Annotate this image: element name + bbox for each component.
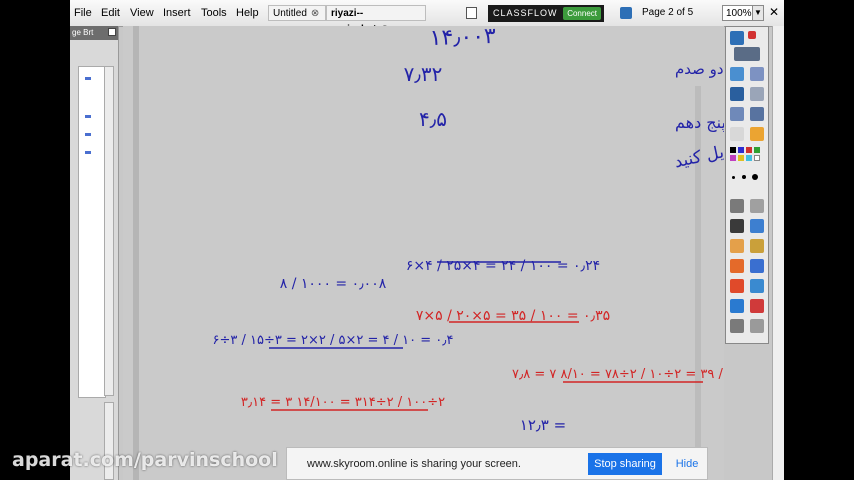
panel-close-icon[interactable] — [108, 28, 116, 36]
thumbnail-marker — [85, 115, 91, 118]
camera-icon[interactable] — [750, 67, 764, 81]
highlighter-icon[interactable] — [750, 219, 764, 233]
menu-file[interactable]: File — [74, 7, 92, 19]
notes-icon[interactable] — [466, 7, 477, 19]
tools-icon[interactable] — [750, 87, 764, 101]
menu-insert[interactable]: Insert — [163, 7, 191, 19]
spotlight-icon[interactable] — [730, 107, 744, 121]
send-icon[interactable] — [734, 47, 760, 61]
whiteboard-canvas[interactable]: ۱۴٫۰۰۳ ۷٫۳۲ ۴٫۵ هفت ممیز سی و دو صدم چها… — [123, 26, 724, 480]
board-line-7: ۶×۴ / ۲۵×۴ = ۲۴ / ۱۰۰ = ۰٫۲۴ — [406, 258, 600, 274]
thumbnail-marker — [85, 77, 91, 80]
sharing-message: www.skyroom.online is sharing your scree… — [307, 458, 521, 470]
screen-capture-icon[interactable] — [730, 67, 744, 81]
board-line-12: ۳٫۱۴ = ۳ ۱۴/۱۰۰ = ۳۱۴÷۲ / ۱۰۰÷۲ — [241, 395, 445, 410]
stop-sharing-button[interactable]: Stop sharing — [588, 453, 662, 475]
tools-panel — [725, 26, 769, 344]
menu-view[interactable]: View — [130, 7, 154, 19]
hide-button[interactable]: Hide — [670, 453, 704, 475]
reveal-icon[interactable] — [750, 107, 764, 121]
select-arrow-icon[interactable] — [730, 199, 744, 213]
calculator-icon[interactable] — [750, 127, 764, 141]
tab-close-icon[interactable]: ⊗ — [311, 8, 319, 19]
fill-icon[interactable] — [750, 239, 764, 253]
clear-icon[interactable] — [730, 299, 744, 313]
board-line-2: ۷٫۳۲ — [404, 62, 443, 86]
tab-riyazi-zaviyeha[interactable]: riyazi--zaviyeha*⊗ — [326, 5, 426, 35]
board-line-11: ۷٫۸ = ۷ ۸/۱۰ = ۷۸÷۲ / ۱۰÷۲ = ۳۹ / ۵ — [512, 367, 724, 382]
board-line-8: ۸ / ۱۰۰۰ = ۰٫۰۰۸ — [280, 276, 387, 292]
board-line-4: هفت ممیز سی و دو صدم — [675, 60, 724, 78]
text-icon[interactable] — [730, 279, 744, 293]
thumbnail-marker — [85, 133, 91, 136]
board-line-3: ۴٫۵ — [419, 107, 447, 131]
board-line-5: چهار و پنج دهم — [675, 113, 724, 133]
tab-untitled[interactable]: Untitled ⊗ — [268, 5, 326, 21]
pen-icon[interactable] — [730, 219, 744, 233]
connect-button[interactable]: Connect — [563, 7, 601, 20]
redo-icon[interactable] — [750, 319, 764, 333]
flipchart-icon[interactable] — [620, 7, 632, 19]
menu-help[interactable]: Help — [236, 7, 259, 19]
board-drawing: ۱۴٫۰۰۳ ۷٫۳۲ ۴٫۵ هفت ممیز سی و دو صدم چها… — [123, 26, 724, 480]
board-line-10: ۶÷۳ / ۱۵÷۳ = ۲×۲ / ۵×۲ = ۴ / ۱۰ = ۰٫۴ — [213, 333, 454, 348]
toolbox-home-icon[interactable] — [730, 31, 744, 45]
classflow-bar: CLASSFLOW Connect — [488, 5, 604, 22]
chevron-down-icon[interactable]: ▼ — [752, 5, 764, 21]
classflow-brand: CLASSFLOW — [493, 8, 558, 18]
page-browser-panel: ge Brt — [70, 26, 119, 480]
shape-icon[interactable] — [730, 259, 744, 273]
color-palette[interactable] — [730, 147, 766, 167]
magic-ink-icon[interactable] — [750, 279, 764, 293]
delete-icon[interactable] — [750, 299, 764, 313]
page-thumbnails[interactable] — [78, 66, 106, 398]
page-indicator: Page 2 of 5 — [642, 7, 694, 18]
screen-sharing-bar: www.skyroom.online is sharing your scree… — [286, 447, 708, 480]
board-line-1: ۱۴٫۰۰۳ — [429, 26, 496, 51]
whiteboard-app-window: File Edit View Insert Tools Help Untitle… — [70, 0, 784, 480]
resources-icon[interactable] — [730, 87, 744, 101]
tab-label: Untitled — [273, 8, 307, 19]
left-scrollbar[interactable] — [104, 66, 114, 396]
clock-icon[interactable] — [730, 127, 744, 141]
right-scrollbar[interactable] — [772, 26, 784, 480]
board-line-13: ۱۲٫۳ = — [520, 416, 566, 434]
thumbnail-marker — [85, 151, 91, 154]
toolbox-close-icon[interactable] — [748, 31, 756, 39]
pen-tool-icon[interactable] — [750, 199, 764, 213]
menu-bar: File Edit View Insert Tools Help Untitle… — [70, 0, 784, 35]
connector-icon[interactable] — [750, 259, 764, 273]
menu-tools[interactable]: Tools — [201, 7, 227, 19]
pen-width-selector[interactable] — [730, 173, 766, 181]
watermark: aparat.com/parvinschool — [12, 449, 278, 471]
menu-edit[interactable]: Edit — [101, 7, 120, 19]
undo-icon[interactable] — [730, 319, 744, 333]
eraser-icon[interactable] — [730, 239, 744, 253]
close-icon[interactable]: ✕ — [769, 5, 779, 19]
